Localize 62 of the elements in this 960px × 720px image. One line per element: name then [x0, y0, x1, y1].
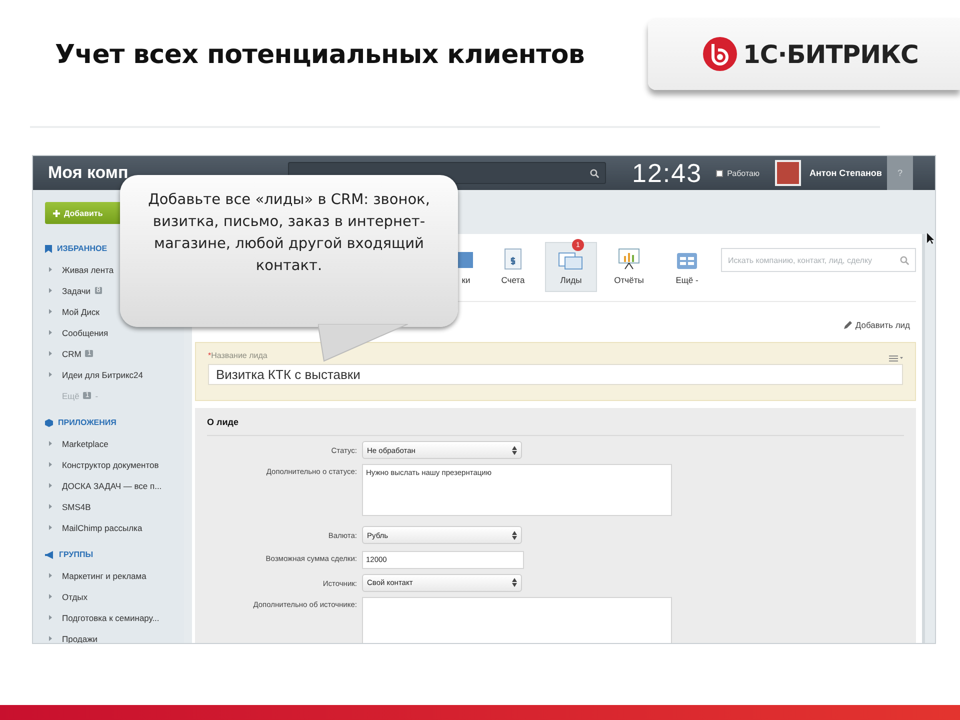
search-icon: [590, 168, 599, 178]
select-arrows-icon: [512, 578, 517, 587]
user-name[interactable]: Антон Степанов: [809, 168, 887, 178]
company-name: Моя комп: [48, 163, 130, 183]
chevron-icon: [49, 267, 52, 272]
bookmark-icon: [45, 244, 52, 252]
sidebar-item[interactable]: ДОСКА ЗАДАЧ — все п...: [45, 475, 184, 496]
clock: 12:43: [632, 158, 702, 188]
menu-icon[interactable]: [889, 355, 903, 362]
chevron-icon: [49, 288, 52, 293]
chevron-icon: [49, 462, 52, 467]
chevron-icon: [49, 309, 52, 314]
chevron-icon: [49, 504, 52, 509]
sidebar-item[interactable]: MailChimp рассылка: [45, 517, 184, 538]
cube-icon: [45, 418, 53, 426]
slide-title: Учет всех потенциальных клиентов: [55, 40, 585, 70]
chevron-icon: [49, 573, 52, 578]
sidebar-section-title: ГРУППЫ: [59, 550, 94, 559]
sidebar-item[interactable]: Подготовка к семинару...: [45, 607, 184, 628]
chevron-icon: [49, 441, 52, 446]
chevron-icon: [49, 372, 52, 377]
crm-tab[interactable]: ки: [451, 242, 481, 292]
chevron-icon: [49, 483, 52, 488]
grid-icon: [676, 252, 698, 270]
plus-icon: [53, 210, 60, 216]
select-arrows-icon: [512, 530, 517, 540]
megaphone-icon: [45, 550, 54, 558]
chevron-icon: [49, 594, 52, 599]
chevron-icon: [49, 636, 52, 641]
contact-cards-icon: [558, 250, 584, 270]
chevron-icon: [49, 330, 52, 335]
chevron-icon: [49, 615, 52, 620]
logo-text: 1С·БИТРИКС: [743, 40, 918, 68]
sidebar-item[interactable]: Продажи: [45, 628, 184, 643]
chevron-icon: [49, 351, 52, 356]
lead-name-input[interactable]: Визитка КТК с выставки: [208, 364, 903, 385]
invoice-icon: [504, 248, 522, 270]
sidebar-item[interactable]: Мой Диск: [45, 301, 184, 322]
sidebar-item[interactable]: Сообщения: [45, 322, 184, 343]
pencil-icon: [843, 320, 852, 330]
select-arrows-icon: [512, 446, 517, 454]
work-status[interactable]: Работаю: [716, 168, 760, 178]
add-lead-link[interactable]: Добавить лид: [843, 320, 910, 330]
crm-tab[interactable]: Ещё -: [661, 242, 713, 292]
sidebar-item[interactable]: Отдых: [45, 586, 184, 607]
sidebar-section-title: ИЗБРАННОЕ: [57, 244, 108, 253]
sidebar-item[interactable]: Marketplace: [45, 433, 184, 454]
crm-tab[interactable]: Отчёты: [603, 242, 655, 292]
field-label: *Название лида: [208, 351, 268, 360]
sidebar-section-title: ПРИЛОЖЕНИЯ: [58, 418, 116, 427]
avatar-photo-placeholder: [775, 160, 802, 186]
crm-tab[interactable]: Счета: [487, 242, 539, 292]
sidebar-item[interactable]: Конструктор документов: [45, 454, 184, 475]
mouse-cursor-icon: [927, 233, 934, 244]
sidebar-item[interactable]: Маркетинг и реклама: [45, 565, 184, 586]
sidebar-item[interactable]: Идеи для Битрикс24: [45, 364, 184, 385]
chart-board-icon: [618, 248, 640, 270]
chevron-icon: [49, 525, 52, 530]
search-icon: [900, 256, 909, 264]
section-title: О лиде: [207, 414, 904, 436]
sidebar-item[interactable]: SMS4B: [45, 496, 184, 517]
spiral-logo-icon: [703, 37, 737, 71]
